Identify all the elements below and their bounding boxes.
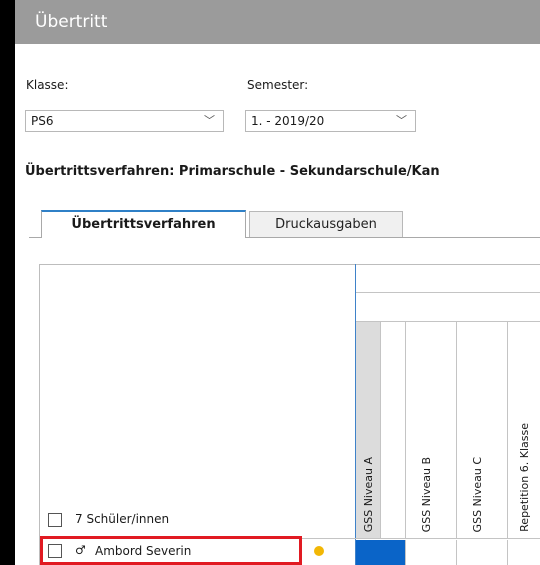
cell-repetition[interactable]	[508, 540, 540, 565]
select-all-checkbox[interactable]	[48, 513, 62, 527]
grid-header-line	[356, 292, 540, 293]
student-count: 7 Schüler/innen	[75, 512, 170, 526]
column-header-gss-niveau-a[interactable]: GSS Niveau A	[356, 322, 381, 538]
tab-uebertrittsverfahren[interactable]: Übertrittsverfahren	[41, 210, 246, 238]
column-header-label: GSS Niveau C	[471, 456, 484, 532]
status-dot-icon	[314, 546, 324, 556]
column-header-spacer	[381, 322, 406, 538]
semester-label: Semester:	[247, 78, 309, 92]
cell-gss-niveau-b[interactable]	[406, 540, 457, 565]
class-select[interactable]: PS6 ﹀	[25, 110, 224, 132]
tab-baseline	[246, 237, 540, 238]
class-label: Klasse:	[26, 78, 69, 92]
chevron-down-icon: ﹀	[204, 114, 215, 127]
window-title: Übertritt	[15, 0, 540, 44]
semester-select[interactable]: 1. - 2019/20 ﹀	[245, 110, 416, 132]
column-header-gss-niveau-c[interactable]: GSS Niveau C	[457, 322, 508, 538]
uebertritt-window: Übertritt Klasse: PS6 ﹀ Semester: 1. - 2…	[15, 0, 540, 565]
cell-gss-niveau-a[interactable]	[356, 540, 406, 565]
column-header-gss-niveau-b[interactable]: GSS Niveau B	[406, 322, 457, 538]
semester-select-value: 1. - 2019/20	[251, 114, 325, 128]
tab-baseline	[29, 237, 41, 238]
procedure-heading: Übertrittsverfahren: Primarschule - Seku…	[25, 164, 440, 179]
class-select-value: PS6	[31, 114, 54, 128]
cell-gss-niveau-c[interactable]	[457, 540, 508, 565]
tab-druckausgaben[interactable]: Druckausgaben	[249, 211, 403, 238]
column-header-label: GSS Niveau A	[362, 456, 375, 532]
chevron-down-icon: ﹀	[396, 114, 407, 127]
column-header-label: Repetition 6. Klasse	[518, 423, 531, 532]
column-header-label: GSS Niveau B	[420, 456, 433, 532]
highlight-frame	[40, 536, 302, 565]
column-header-repetition[interactable]: Repetition 6. Klasse	[508, 322, 540, 538]
